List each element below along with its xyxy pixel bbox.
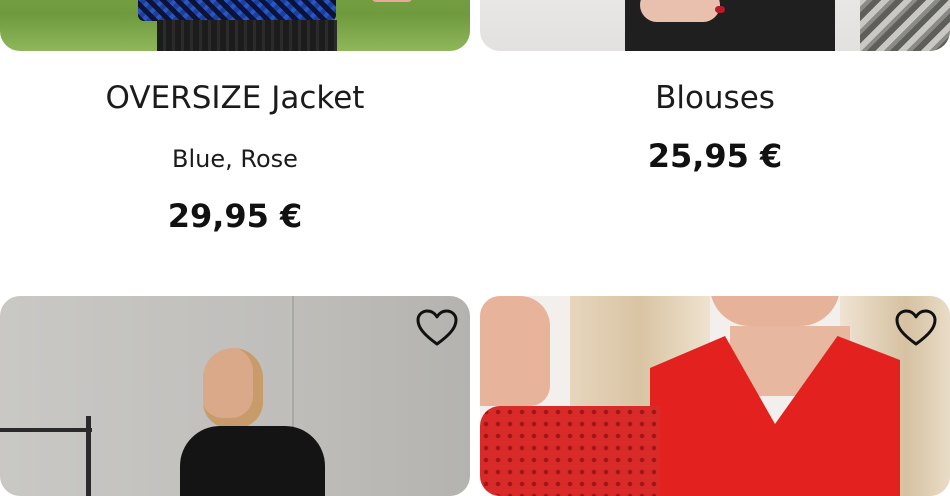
image-hand-region: [372, 0, 412, 2]
image-raised-hand: [480, 296, 550, 406]
heart-outline-icon: [415, 308, 459, 348]
image-model-head: [203, 348, 263, 428]
image-hand-region: [640, 0, 720, 22]
product-image-blouses[interactable]: [480, 0, 950, 51]
product-title[interactable]: OVERSIZE Jacket: [0, 80, 470, 116]
image-pants-region: [157, 20, 337, 51]
image-clothes-rack: [0, 428, 92, 432]
product-image[interactable]: [480, 296, 950, 496]
image-jacket-region: [138, 0, 336, 21]
product-image-oversize-jacket[interactable]: [0, 0, 470, 51]
image-chin-region: [710, 296, 840, 326]
favorite-button[interactable]: [894, 308, 938, 348]
product-variants: Blue, Rose: [172, 145, 298, 173]
product-price: 29,95 €: [167, 197, 303, 235]
favorite-button[interactable]: [415, 308, 459, 348]
image-clothes-rack-post: [86, 416, 91, 496]
heart-outline-icon: [894, 308, 938, 348]
image-dotted-sleeve: [480, 406, 660, 496]
product-title[interactable]: Blouses: [480, 80, 950, 116]
image-marble-region: [860, 0, 950, 51]
product-price: 25,95 €: [647, 137, 783, 175]
image-hoodie-region: [180, 426, 325, 496]
product-image[interactable]: [0, 296, 470, 496]
image-nail-region: [715, 6, 725, 13]
